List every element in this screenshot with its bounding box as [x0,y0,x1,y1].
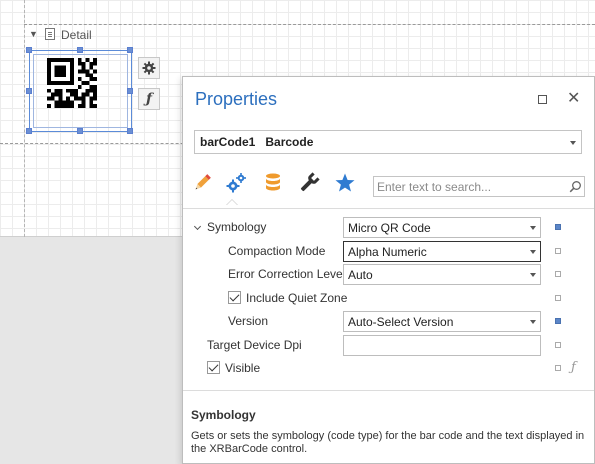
gear-icon [142,61,156,75]
property-row-compaction-mode[interactable]: Compaction Mode Alpha Numeric [183,240,594,263]
smart-tag-button[interactable] [138,57,160,79]
version-dropdown[interactable]: Auto-Select Version [343,311,541,332]
function-icon: ƒ [145,91,153,107]
resize-handle[interactable] [26,88,32,94]
resize-handle[interactable] [26,47,32,53]
property-row-target-dpi[interactable]: Target Device Dpi [183,334,594,357]
property-row-error-correction[interactable]: Error Correction Level Auto [183,263,594,286]
description-separator [183,390,594,391]
panel-title: Properties [195,89,278,109]
description-text: Gets or sets the symbology (code type) f… [191,430,585,455]
barcode-control[interactable] [26,47,133,134]
visible-checkbox[interactable] [207,361,220,374]
property-name: Include Quiet Zone [246,291,348,305]
dropdown-value: Auto [348,268,373,282]
search-box[interactable] [373,176,585,197]
chevron-down-icon[interactable] [193,222,202,231]
object-selector[interactable]: barCode1 Barcode [194,130,582,154]
property-row-symbology[interactable]: Symbology Micro QR Code [183,216,594,239]
description-title: Symbology [191,408,256,422]
database-icon [266,173,280,191]
tab-behavior[interactable] [223,171,249,195]
chevron-down-icon [530,320,536,324]
resize-handle[interactable] [77,128,83,134]
compaction-mode-dropdown[interactable]: Alpha Numeric [343,241,541,262]
search-input[interactable] [375,178,565,195]
target-device-dpi-input[interactable] [343,335,541,356]
chevron-down-icon [530,273,536,277]
dropdown-value: Auto-Select Version [348,315,454,329]
property-name: Error Correction Level [228,267,346,281]
property-marker[interactable] [555,248,561,254]
error-correction-dropdown[interactable]: Auto [343,264,541,285]
symbology-dropdown[interactable]: Micro QR Code [343,217,541,238]
resize-handle[interactable] [77,47,83,53]
pencil-icon [195,174,211,190]
band-label: Detail [61,28,92,42]
star-icon [335,173,355,192]
property-marker[interactable] [555,295,561,301]
dropdown-value: Micro QR Code [348,221,431,235]
object-selector-value: barCode1 Barcode [200,135,314,149]
band-page-icon [45,28,55,40]
property-name: Visible [225,361,261,375]
gears-icon [226,173,246,193]
close-icon[interactable]: ✕ [567,89,580,109]
collapse-triangle-icon[interactable]: ▼ [29,29,38,39]
include-quiet-zone-checkbox[interactable] [228,291,241,304]
tab-layout[interactable] [296,171,322,195]
property-marker[interactable] [555,271,561,277]
resize-handle[interactable] [127,88,133,94]
active-tab-indicator [226,199,238,205]
resize-handle[interactable] [26,128,32,134]
property-marker[interactable] [555,365,561,371]
tab-appearance[interactable] [189,171,215,195]
resize-handle[interactable] [127,128,133,134]
property-name: Version [228,314,269,328]
property-name: Compaction Mode [228,244,326,258]
micro-qr-code-image [47,58,97,108]
property-row-version[interactable]: Version Auto-Select Version [183,310,594,333]
chevron-down-icon [530,250,536,254]
chevron-down-icon [570,141,576,145]
tab-data[interactable] [260,171,286,195]
properties-panel: Properties ✕ barCode1 Barcode Enter text… [182,76,595,464]
maximize-icon[interactable] [538,95,547,104]
grid-separator [183,208,594,209]
detail-band-header[interactable]: ▼ Detail [24,24,595,44]
resize-handle[interactable] [127,47,133,53]
property-row-quiet-zone[interactable]: Include Quiet Zone [183,287,594,310]
property-name: Symbology [207,220,267,234]
expression-button[interactable]: ƒ [138,88,160,110]
property-marker[interactable] [555,342,561,348]
tab-favorites[interactable] [332,171,358,195]
wrench-icon [300,172,320,192]
property-row-visible[interactable]: Visible ƒ [183,357,594,380]
dropdown-value: Alpha Numeric [348,245,427,259]
property-name: Target Device Dpi [207,338,302,352]
search-icon[interactable] [569,180,582,193]
chevron-down-icon [530,226,536,230]
property-marker[interactable] [555,224,561,230]
function-icon[interactable]: ƒ [571,360,576,375]
property-marker[interactable] [555,318,561,324]
